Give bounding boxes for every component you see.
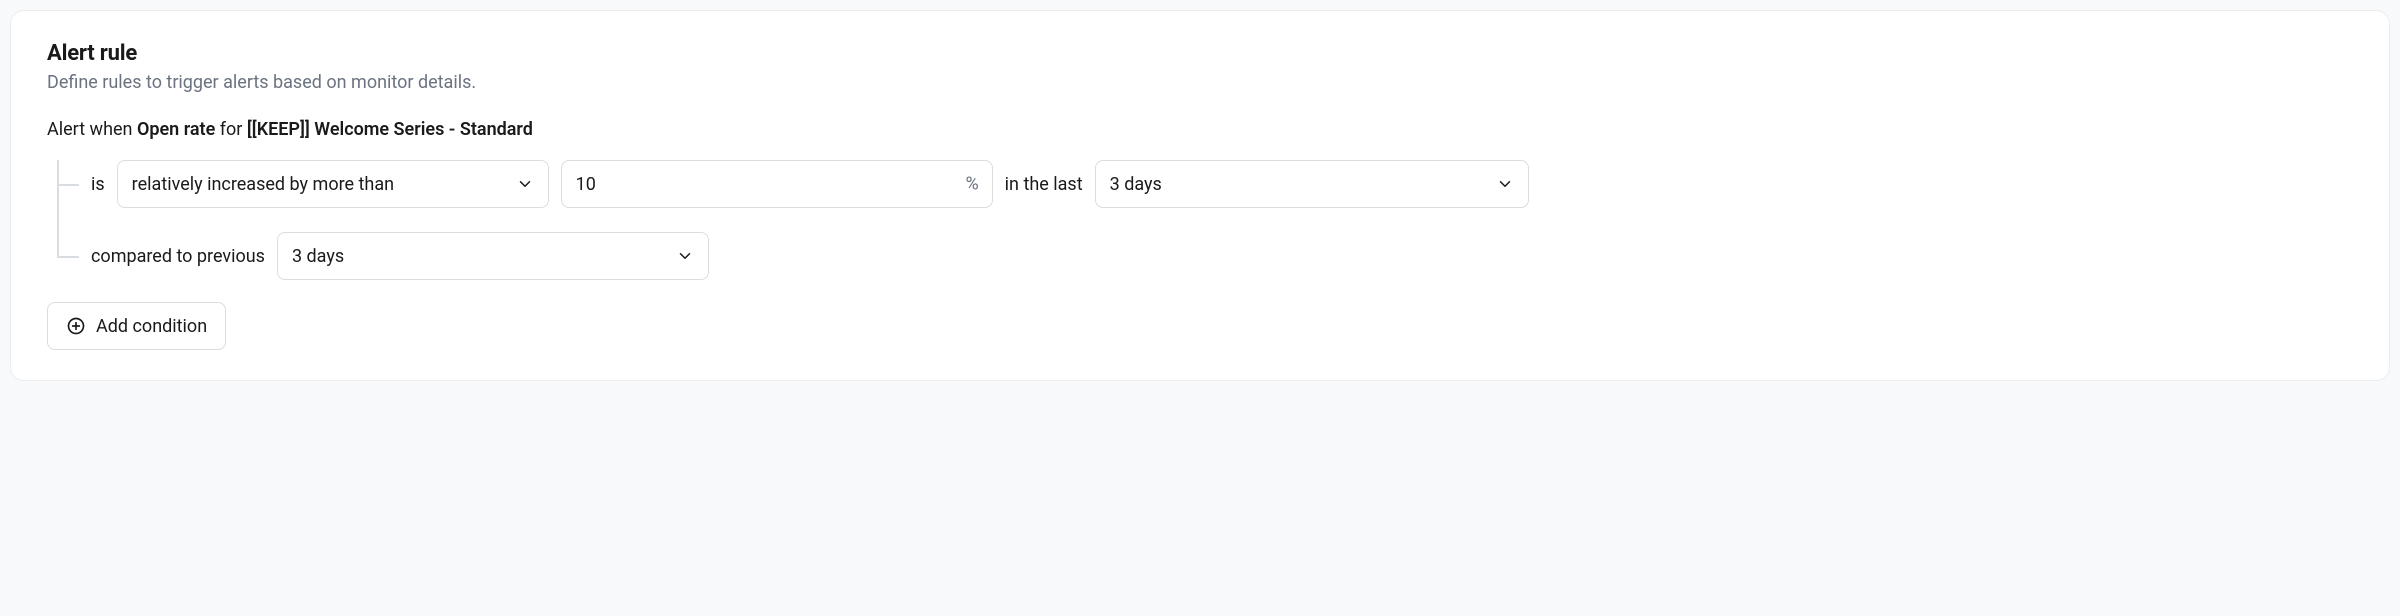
in-the-last-label: in the last [1005,174,1083,195]
add-condition-button[interactable]: Add condition [47,302,226,350]
sentence-mid: for [215,119,247,140]
alert-sentence: Alert when Open rate for [[KEEP]] Welcom… [47,119,2353,140]
sentence-target: [[KEEP]] Welcome Series - Standard [247,119,533,140]
comparison-select-value: relatively increased by more than [132,174,394,195]
condition-row-primary: is relatively increased by more than % i… [91,160,2353,208]
condition-group: is relatively increased by more than % i… [47,160,2353,280]
last-window-select[interactable]: 3 days [1095,160,1529,208]
last-window-select-value: 3 days [1110,174,1162,195]
plus-circle-icon [66,316,86,336]
sentence-metric: Open rate [137,119,215,140]
compared-to-label: compared to previous [91,246,265,267]
chevron-down-icon [676,247,694,265]
chevron-down-icon [1496,175,1514,193]
comparison-select[interactable]: relatively increased by more than [117,160,549,208]
previous-window-select-value: 3 days [292,246,344,267]
card-title: Alert rule [47,41,2353,66]
threshold-input[interactable] [561,160,993,208]
previous-window-select[interactable]: 3 days [277,232,709,280]
condition-row-compare: compared to previous 3 days [91,232,2353,280]
alert-rule-card: Alert rule Define rules to trigger alert… [10,10,2390,381]
add-condition-label: Add condition [96,316,207,337]
chevron-down-icon [516,175,534,193]
threshold-input-wrap: % [561,160,993,208]
is-label: is [91,174,105,195]
sentence-prefix: Alert when [47,119,137,140]
card-subtitle: Define rules to trigger alerts based on … [47,72,2353,93]
